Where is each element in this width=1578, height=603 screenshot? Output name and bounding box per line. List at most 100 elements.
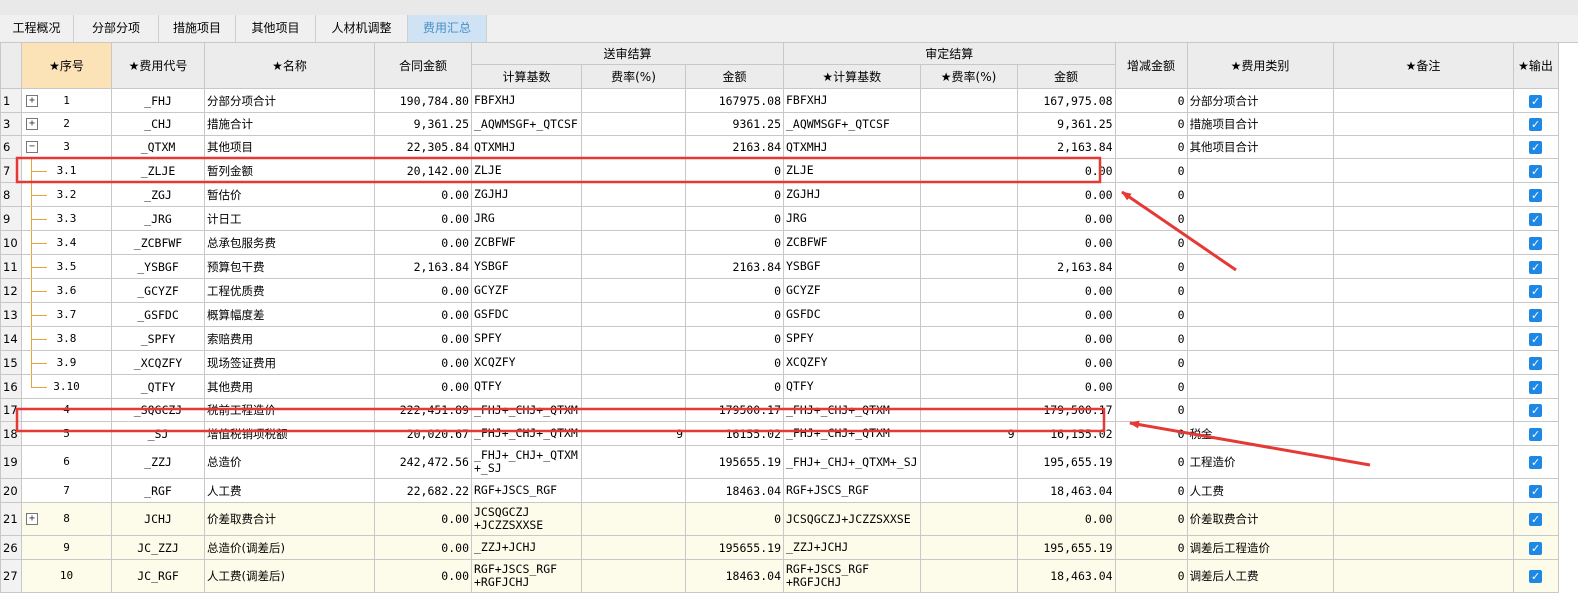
contract-amount-cell[interactable]: 0.00 (374, 206, 472, 231)
output-checkbox[interactable]: ✓ (1529, 380, 1543, 394)
approved-base-cell[interactable]: ZLJE (783, 158, 921, 183)
contract-amount-cell[interactable]: 0.00 (374, 559, 472, 593)
submit-amount-cell[interactable]: 195655.19 (685, 535, 784, 560)
table-row[interactable]: 8 3.2 _ZGJ 暂估价 0.00 ZGJHJ 0 ZGJHJ 0.00 0 ✓ (0, 182, 1559, 207)
submit-base-cell[interactable]: ZGJHJ (471, 182, 582, 207)
remark-cell[interactable] (1332, 374, 1514, 399)
table-row[interactable]: 3 +2 _CHJ 措施合计 9,361.25 _AQWMSGF+_QTCSF 9361.2… (0, 112, 1559, 136)
delta-cell[interactable]: 0 (1114, 502, 1188, 536)
approved-base-cell[interactable]: YSBGF (783, 254, 921, 279)
approved-rate-cell[interactable] (919, 398, 1018, 422)
category-cell[interactable]: 分部分项合计 (1186, 88, 1334, 113)
submit-rate-cell[interactable] (581, 478, 686, 503)
header-approved-base[interactable]: ★计算基数 (783, 64, 921, 89)
approved-rate-cell[interactable] (919, 182, 1018, 207)
submit-base-cell[interactable]: _FHJ+_CHJ+_QTXM (471, 398, 582, 422)
approved-rate-cell[interactable] (919, 350, 1018, 375)
header-submit-rate[interactable]: 费率(%) (581, 64, 686, 89)
seq-cell[interactable]: 4 (21, 398, 112, 422)
name-cell[interactable]: 税前工程造价 (204, 398, 375, 422)
name-cell[interactable]: 总造价 (204, 445, 375, 479)
submit-amount-cell[interactable]: 0 (685, 206, 784, 231)
seq-cell[interactable]: 7 (21, 478, 112, 503)
submit-base-cell[interactable]: QTXMHJ (471, 135, 582, 159)
output-checkbox[interactable]: ✓ (1529, 118, 1543, 131)
approved-rate-cell[interactable] (919, 374, 1018, 399)
submit-rate-cell[interactable] (581, 445, 686, 479)
submit-base-cell[interactable]: QTFY (471, 374, 582, 399)
header-contract[interactable]: 合同金额 (374, 42, 472, 89)
header-delta[interactable]: 增减金额 (1114, 42, 1188, 89)
submit-base-cell[interactable]: RGF+JSCS_RGF (471, 478, 582, 503)
delta-cell[interactable]: 0 (1114, 158, 1188, 183)
tab-fee-summary[interactable]: 费用汇总 (408, 15, 487, 42)
code-cell[interactable]: _XCQZFY (111, 350, 205, 375)
tab-labor-material-adjust[interactable]: 人材机调整 (316, 15, 408, 42)
approved-rate-cell[interactable] (919, 326, 1018, 351)
submit-amount-cell[interactable]: 0 (685, 302, 784, 327)
row-number[interactable]: 11 (0, 254, 22, 279)
code-cell[interactable]: _FHJ (111, 88, 205, 113)
name-cell[interactable]: 措施合计 (204, 112, 375, 136)
approved-rate-cell[interactable] (919, 230, 1018, 255)
approved-rate-cell[interactable] (919, 559, 1018, 593)
submit-rate-cell[interactable] (581, 302, 686, 327)
code-cell[interactable]: JCHJ (111, 502, 205, 536)
category-cell[interactable] (1186, 158, 1334, 183)
seq-cell[interactable]: 3.2 (21, 182, 112, 207)
delta-cell[interactable]: 0 (1114, 421, 1188, 446)
approved-rate-cell[interactable]: 9 (919, 421, 1018, 446)
category-cell[interactable] (1186, 230, 1334, 255)
table-row[interactable]: 11 3.5 _YSBGF 预算包干费 2,163.84 YSBGF 2163.84 YSBG… (0, 254, 1559, 279)
code-cell[interactable]: _SQGCZJ (111, 398, 205, 422)
row-number[interactable]: 3 (0, 112, 22, 136)
approved-base-cell[interactable]: FBFXHJ (783, 88, 921, 113)
approved-rate-cell[interactable] (919, 478, 1018, 503)
contract-amount-cell[interactable]: 22,305.84 (374, 135, 472, 159)
submit-amount-cell[interactable]: 0 (685, 350, 784, 375)
approved-base-cell[interactable]: _FHJ+_CHJ+_QTXM (783, 398, 921, 422)
name-cell[interactable]: 概算幅度差 (204, 302, 375, 327)
output-checkbox[interactable]: ✓ (1529, 94, 1543, 108)
remark-cell[interactable] (1332, 182, 1514, 207)
row-number[interactable]: 19 (0, 445, 22, 479)
name-cell[interactable]: 价差取费合计 (204, 502, 375, 536)
submit-amount-cell[interactable]: 9361.25 (685, 112, 784, 136)
table-row[interactable]: 17 4 _SQGCZJ 税前工程造价 222,451.89 _FHJ+_CHJ+_QTX… (0, 398, 1559, 422)
category-cell[interactable]: 工程造价 (1186, 445, 1334, 479)
approved-amount-cell[interactable]: 0.00 (1016, 374, 1116, 399)
row-number[interactable]: 10 (0, 230, 22, 255)
contract-amount-cell[interactable]: 2,163.84 (374, 254, 472, 279)
approved-base-cell[interactable]: RGF+JSCS_RGF (783, 478, 921, 503)
remark-cell[interactable] (1332, 326, 1514, 351)
submit-amount-cell[interactable]: 0 (685, 182, 784, 207)
contract-amount-cell[interactable]: 0.00 (374, 182, 472, 207)
remark-cell[interactable] (1332, 398, 1514, 422)
name-cell[interactable]: 总造价(调差后) (204, 535, 375, 560)
code-cell[interactable]: _SPFY (111, 326, 205, 351)
contract-amount-cell[interactable]: 20,142.00 (374, 158, 472, 183)
submit-rate-cell[interactable] (581, 374, 686, 399)
remark-cell[interactable] (1332, 445, 1514, 479)
seq-cell[interactable]: −3 (21, 135, 112, 159)
row-number[interactable]: 9 (0, 206, 22, 231)
remark-cell[interactable] (1332, 112, 1514, 136)
contract-amount-cell[interactable]: 0.00 (374, 350, 472, 375)
header-seq[interactable]: ★序号 (21, 42, 112, 89)
submit-base-cell[interactable]: ZLJE (471, 158, 582, 183)
approved-amount-cell[interactable]: 18,463.04 (1016, 478, 1116, 503)
name-cell[interactable]: 计日工 (204, 206, 375, 231)
approved-amount-cell[interactable]: 18,463.04 (1016, 559, 1116, 593)
tab-other-items[interactable]: 其他项目 (236, 15, 316, 42)
code-cell[interactable]: JC_ZZJ (111, 535, 205, 560)
output-checkbox[interactable]: ✓ (1529, 141, 1543, 154)
code-cell[interactable]: _RGF (111, 478, 205, 503)
delta-cell[interactable]: 0 (1114, 326, 1188, 351)
approved-base-cell[interactable]: SPFY (783, 326, 921, 351)
approved-base-cell[interactable]: ZCBFWF (783, 230, 921, 255)
output-checkbox[interactable]: ✓ (1529, 188, 1543, 202)
approved-amount-cell[interactable]: 0.00 (1016, 206, 1116, 231)
code-cell[interactable]: JC_RGF (111, 559, 205, 593)
output-checkbox[interactable]: ✓ (1529, 332, 1543, 346)
submit-rate-cell[interactable] (581, 502, 686, 536)
